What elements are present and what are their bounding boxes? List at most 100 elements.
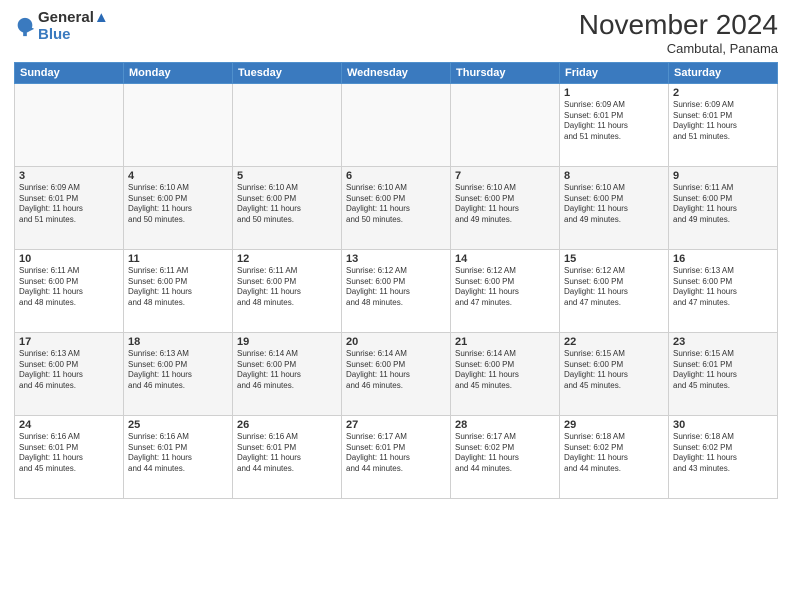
day-number: 24	[19, 419, 119, 431]
day-info: Sunrise: 6:09 AM Sunset: 6:01 PM Dayligh…	[19, 183, 119, 226]
day-cell: 23Sunrise: 6:15 AM Sunset: 6:01 PM Dayli…	[669, 332, 778, 415]
day-info: Sunrise: 6:14 AM Sunset: 6:00 PM Dayligh…	[455, 349, 555, 392]
day-cell: 25Sunrise: 6:16 AM Sunset: 6:01 PM Dayli…	[124, 415, 233, 498]
day-info: Sunrise: 6:15 AM Sunset: 6:01 PM Dayligh…	[673, 349, 773, 392]
logo-text: General▲ Blue	[38, 10, 109, 43]
day-info: Sunrise: 6:14 AM Sunset: 6:00 PM Dayligh…	[346, 349, 446, 392]
day-number: 22	[564, 336, 664, 348]
day-info: Sunrise: 6:11 AM Sunset: 6:00 PM Dayligh…	[673, 183, 773, 226]
day-info: Sunrise: 6:09 AM Sunset: 6:01 PM Dayligh…	[673, 100, 773, 143]
day-cell: 1Sunrise: 6:09 AM Sunset: 6:01 PM Daylig…	[560, 83, 669, 166]
day-info: Sunrise: 6:16 AM Sunset: 6:01 PM Dayligh…	[237, 432, 337, 475]
title-block: November 2024 Cambutal, Panama	[579, 10, 778, 56]
col-header-thursday: Thursday	[451, 62, 560, 83]
day-number: 3	[19, 170, 119, 182]
week-row-1: 1Sunrise: 6:09 AM Sunset: 6:01 PM Daylig…	[15, 83, 778, 166]
day-cell: 12Sunrise: 6:11 AM Sunset: 6:00 PM Dayli…	[233, 249, 342, 332]
day-cell: 21Sunrise: 6:14 AM Sunset: 6:00 PM Dayli…	[451, 332, 560, 415]
week-row-2: 3Sunrise: 6:09 AM Sunset: 6:01 PM Daylig…	[15, 166, 778, 249]
day-info: Sunrise: 6:11 AM Sunset: 6:00 PM Dayligh…	[128, 266, 228, 309]
day-info: Sunrise: 6:15 AM Sunset: 6:00 PM Dayligh…	[564, 349, 664, 392]
header: General▲ Blue November 2024 Cambutal, Pa…	[14, 10, 778, 56]
day-number: 16	[673, 253, 773, 265]
col-header-wednesday: Wednesday	[342, 62, 451, 83]
day-info: Sunrise: 6:16 AM Sunset: 6:01 PM Dayligh…	[19, 432, 119, 475]
day-number: 10	[19, 253, 119, 265]
col-header-sunday: Sunday	[15, 62, 124, 83]
day-cell: 14Sunrise: 6:12 AM Sunset: 6:00 PM Dayli…	[451, 249, 560, 332]
day-number: 2	[673, 87, 773, 99]
day-info: Sunrise: 6:11 AM Sunset: 6:00 PM Dayligh…	[237, 266, 337, 309]
day-number: 13	[346, 253, 446, 265]
day-cell: 29Sunrise: 6:18 AM Sunset: 6:02 PM Dayli…	[560, 415, 669, 498]
day-cell: 20Sunrise: 6:14 AM Sunset: 6:00 PM Dayli…	[342, 332, 451, 415]
day-info: Sunrise: 6:10 AM Sunset: 6:00 PM Dayligh…	[128, 183, 228, 226]
day-cell: 18Sunrise: 6:13 AM Sunset: 6:00 PM Dayli…	[124, 332, 233, 415]
day-info: Sunrise: 6:17 AM Sunset: 6:02 PM Dayligh…	[455, 432, 555, 475]
calendar: SundayMondayTuesdayWednesdayThursdayFrid…	[14, 62, 778, 499]
day-cell: 2Sunrise: 6:09 AM Sunset: 6:01 PM Daylig…	[669, 83, 778, 166]
day-cell	[124, 83, 233, 166]
day-number: 25	[128, 419, 228, 431]
week-row-4: 17Sunrise: 6:13 AM Sunset: 6:00 PM Dayli…	[15, 332, 778, 415]
day-cell: 15Sunrise: 6:12 AM Sunset: 6:00 PM Dayli…	[560, 249, 669, 332]
day-number: 11	[128, 253, 228, 265]
day-number: 27	[346, 419, 446, 431]
day-info: Sunrise: 6:12 AM Sunset: 6:00 PM Dayligh…	[564, 266, 664, 309]
day-cell: 26Sunrise: 6:16 AM Sunset: 6:01 PM Dayli…	[233, 415, 342, 498]
day-cell: 9Sunrise: 6:11 AM Sunset: 6:00 PM Daylig…	[669, 166, 778, 249]
day-info: Sunrise: 6:16 AM Sunset: 6:01 PM Dayligh…	[128, 432, 228, 475]
day-number: 19	[237, 336, 337, 348]
day-cell: 24Sunrise: 6:16 AM Sunset: 6:01 PM Dayli…	[15, 415, 124, 498]
day-cell: 5Sunrise: 6:10 AM Sunset: 6:00 PM Daylig…	[233, 166, 342, 249]
calendar-header-row: SundayMondayTuesdayWednesdayThursdayFrid…	[15, 62, 778, 83]
day-cell: 4Sunrise: 6:10 AM Sunset: 6:00 PM Daylig…	[124, 166, 233, 249]
day-number: 1	[564, 87, 664, 99]
day-number: 29	[564, 419, 664, 431]
day-number: 21	[455, 336, 555, 348]
day-cell: 27Sunrise: 6:17 AM Sunset: 6:01 PM Dayli…	[342, 415, 451, 498]
day-info: Sunrise: 6:13 AM Sunset: 6:00 PM Dayligh…	[673, 266, 773, 309]
day-info: Sunrise: 6:10 AM Sunset: 6:00 PM Dayligh…	[346, 183, 446, 226]
day-cell: 16Sunrise: 6:13 AM Sunset: 6:00 PM Dayli…	[669, 249, 778, 332]
day-info: Sunrise: 6:09 AM Sunset: 6:01 PM Dayligh…	[564, 100, 664, 143]
day-number: 12	[237, 253, 337, 265]
day-info: Sunrise: 6:10 AM Sunset: 6:00 PM Dayligh…	[237, 183, 337, 226]
day-cell: 7Sunrise: 6:10 AM Sunset: 6:00 PM Daylig…	[451, 166, 560, 249]
day-info: Sunrise: 6:13 AM Sunset: 6:00 PM Dayligh…	[19, 349, 119, 392]
day-number: 18	[128, 336, 228, 348]
day-number: 28	[455, 419, 555, 431]
day-cell: 10Sunrise: 6:11 AM Sunset: 6:00 PM Dayli…	[15, 249, 124, 332]
day-number: 4	[128, 170, 228, 182]
day-info: Sunrise: 6:17 AM Sunset: 6:01 PM Dayligh…	[346, 432, 446, 475]
day-info: Sunrise: 6:18 AM Sunset: 6:02 PM Dayligh…	[673, 432, 773, 475]
day-number: 5	[237, 170, 337, 182]
page: General▲ Blue November 2024 Cambutal, Pa…	[0, 0, 792, 507]
logo: General▲ Blue	[14, 10, 109, 43]
day-cell: 11Sunrise: 6:11 AM Sunset: 6:00 PM Dayli…	[124, 249, 233, 332]
day-number: 9	[673, 170, 773, 182]
day-number: 26	[237, 419, 337, 431]
day-info: Sunrise: 6:14 AM Sunset: 6:00 PM Dayligh…	[237, 349, 337, 392]
day-cell	[233, 83, 342, 166]
day-number: 14	[455, 253, 555, 265]
day-info: Sunrise: 6:12 AM Sunset: 6:00 PM Dayligh…	[346, 266, 446, 309]
day-info: Sunrise: 6:10 AM Sunset: 6:00 PM Dayligh…	[455, 183, 555, 226]
col-header-friday: Friday	[560, 62, 669, 83]
col-header-saturday: Saturday	[669, 62, 778, 83]
week-row-5: 24Sunrise: 6:16 AM Sunset: 6:01 PM Dayli…	[15, 415, 778, 498]
day-cell: 13Sunrise: 6:12 AM Sunset: 6:00 PM Dayli…	[342, 249, 451, 332]
day-number: 8	[564, 170, 664, 182]
day-number: 7	[455, 170, 555, 182]
day-cell: 19Sunrise: 6:14 AM Sunset: 6:00 PM Dayli…	[233, 332, 342, 415]
col-header-tuesday: Tuesday	[233, 62, 342, 83]
day-number: 30	[673, 419, 773, 431]
day-number: 23	[673, 336, 773, 348]
day-cell: 30Sunrise: 6:18 AM Sunset: 6:02 PM Dayli…	[669, 415, 778, 498]
day-number: 6	[346, 170, 446, 182]
day-info: Sunrise: 6:18 AM Sunset: 6:02 PM Dayligh…	[564, 432, 664, 475]
day-cell: 17Sunrise: 6:13 AM Sunset: 6:00 PM Dayli…	[15, 332, 124, 415]
day-cell	[451, 83, 560, 166]
day-cell: 8Sunrise: 6:10 AM Sunset: 6:00 PM Daylig…	[560, 166, 669, 249]
day-info: Sunrise: 6:13 AM Sunset: 6:00 PM Dayligh…	[128, 349, 228, 392]
